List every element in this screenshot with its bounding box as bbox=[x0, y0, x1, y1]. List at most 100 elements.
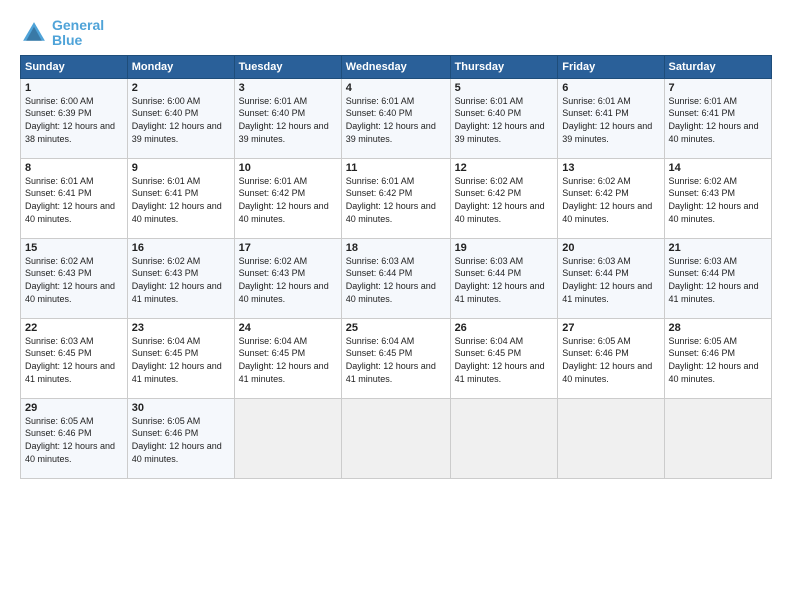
weekday-header-row: SundayMondayTuesdayWednesdayThursdayFrid… bbox=[21, 55, 772, 78]
day-number: 11 bbox=[346, 162, 446, 174]
calendar-week-5: 29Sunrise: 6:05 AMSunset: 6:46 PMDayligh… bbox=[21, 398, 772, 478]
day-number: 25 bbox=[346, 322, 446, 334]
day-number: 28 bbox=[669, 322, 767, 334]
day-info: Sunrise: 6:01 AMSunset: 6:40 PMDaylight:… bbox=[455, 95, 554, 145]
calendar-cell: 6Sunrise: 6:01 AMSunset: 6:41 PMDaylight… bbox=[558, 78, 664, 158]
calendar-cell: 13Sunrise: 6:02 AMSunset: 6:42 PMDayligh… bbox=[558, 158, 664, 238]
day-info: Sunrise: 6:04 AMSunset: 6:45 PMDaylight:… bbox=[346, 335, 446, 385]
day-info: Sunrise: 6:03 AMSunset: 6:45 PMDaylight:… bbox=[25, 335, 123, 385]
day-info: Sunrise: 6:01 AMSunset: 6:42 PMDaylight:… bbox=[239, 175, 337, 225]
day-number: 18 bbox=[346, 242, 446, 254]
logo: General Blue bbox=[20, 18, 104, 49]
calendar-cell: 23Sunrise: 6:04 AMSunset: 6:45 PMDayligh… bbox=[127, 318, 234, 398]
day-info: Sunrise: 6:03 AMSunset: 6:44 PMDaylight:… bbox=[455, 255, 554, 305]
day-info: Sunrise: 6:05 AMSunset: 6:46 PMDaylight:… bbox=[669, 335, 767, 385]
calendar-cell: 17Sunrise: 6:02 AMSunset: 6:43 PMDayligh… bbox=[234, 238, 341, 318]
day-number: 16 bbox=[132, 242, 230, 254]
calendar-cell: 14Sunrise: 6:02 AMSunset: 6:43 PMDayligh… bbox=[664, 158, 771, 238]
day-info: Sunrise: 6:01 AMSunset: 6:41 PMDaylight:… bbox=[25, 175, 123, 225]
calendar-cell: 20Sunrise: 6:03 AMSunset: 6:44 PMDayligh… bbox=[558, 238, 664, 318]
day-info: Sunrise: 6:01 AMSunset: 6:42 PMDaylight:… bbox=[346, 175, 446, 225]
day-number: 20 bbox=[562, 242, 659, 254]
day-info: Sunrise: 6:01 AMSunset: 6:40 PMDaylight:… bbox=[239, 95, 337, 145]
logo-icon bbox=[20, 19, 48, 47]
calendar-cell: 1Sunrise: 6:00 AMSunset: 6:39 PMDaylight… bbox=[21, 78, 128, 158]
calendar-cell: 16Sunrise: 6:02 AMSunset: 6:43 PMDayligh… bbox=[127, 238, 234, 318]
day-number: 24 bbox=[239, 322, 337, 334]
day-info: Sunrise: 6:04 AMSunset: 6:45 PMDaylight:… bbox=[455, 335, 554, 385]
day-info: Sunrise: 6:03 AMSunset: 6:44 PMDaylight:… bbox=[562, 255, 659, 305]
day-info: Sunrise: 6:04 AMSunset: 6:45 PMDaylight:… bbox=[132, 335, 230, 385]
calendar-cell: 3Sunrise: 6:01 AMSunset: 6:40 PMDaylight… bbox=[234, 78, 341, 158]
day-number: 27 bbox=[562, 322, 659, 334]
calendar-cell: 8Sunrise: 6:01 AMSunset: 6:41 PMDaylight… bbox=[21, 158, 128, 238]
weekday-header-saturday: Saturday bbox=[664, 55, 771, 78]
calendar-cell bbox=[234, 398, 341, 478]
weekday-header-thursday: Thursday bbox=[450, 55, 558, 78]
weekday-header-wednesday: Wednesday bbox=[341, 55, 450, 78]
weekday-header-friday: Friday bbox=[558, 55, 664, 78]
day-number: 17 bbox=[239, 242, 337, 254]
day-info: Sunrise: 6:00 AMSunset: 6:40 PMDaylight:… bbox=[132, 95, 230, 145]
day-number: 12 bbox=[455, 162, 554, 174]
day-info: Sunrise: 6:01 AMSunset: 6:41 PMDaylight:… bbox=[132, 175, 230, 225]
day-number: 30 bbox=[132, 402, 230, 414]
day-info: Sunrise: 6:02 AMSunset: 6:43 PMDaylight:… bbox=[239, 255, 337, 305]
weekday-header-sunday: Sunday bbox=[21, 55, 128, 78]
weekday-header-monday: Monday bbox=[127, 55, 234, 78]
day-number: 6 bbox=[562, 82, 659, 94]
header: General Blue bbox=[20, 18, 772, 49]
day-number: 14 bbox=[669, 162, 767, 174]
day-info: Sunrise: 6:01 AMSunset: 6:41 PMDaylight:… bbox=[669, 95, 767, 145]
day-info: Sunrise: 6:00 AMSunset: 6:39 PMDaylight:… bbox=[25, 95, 123, 145]
day-number: 23 bbox=[132, 322, 230, 334]
day-info: Sunrise: 6:01 AMSunset: 6:41 PMDaylight:… bbox=[562, 95, 659, 145]
day-number: 3 bbox=[239, 82, 337, 94]
calendar-cell bbox=[450, 398, 558, 478]
calendar-cell: 10Sunrise: 6:01 AMSunset: 6:42 PMDayligh… bbox=[234, 158, 341, 238]
calendar-cell: 12Sunrise: 6:02 AMSunset: 6:42 PMDayligh… bbox=[450, 158, 558, 238]
calendar-cell: 11Sunrise: 6:01 AMSunset: 6:42 PMDayligh… bbox=[341, 158, 450, 238]
day-number: 22 bbox=[25, 322, 123, 334]
day-info: Sunrise: 6:02 AMSunset: 6:43 PMDaylight:… bbox=[25, 255, 123, 305]
logo-text: General Blue bbox=[52, 18, 104, 49]
day-info: Sunrise: 6:01 AMSunset: 6:40 PMDaylight:… bbox=[346, 95, 446, 145]
calendar-cell: 28Sunrise: 6:05 AMSunset: 6:46 PMDayligh… bbox=[664, 318, 771, 398]
calendar-cell: 21Sunrise: 6:03 AMSunset: 6:44 PMDayligh… bbox=[664, 238, 771, 318]
calendar-cell: 5Sunrise: 6:01 AMSunset: 6:40 PMDaylight… bbox=[450, 78, 558, 158]
day-number: 10 bbox=[239, 162, 337, 174]
day-number: 7 bbox=[669, 82, 767, 94]
calendar-cell: 7Sunrise: 6:01 AMSunset: 6:41 PMDaylight… bbox=[664, 78, 771, 158]
calendar-week-2: 8Sunrise: 6:01 AMSunset: 6:41 PMDaylight… bbox=[21, 158, 772, 238]
calendar-cell: 9Sunrise: 6:01 AMSunset: 6:41 PMDaylight… bbox=[127, 158, 234, 238]
calendar-cell: 2Sunrise: 6:00 AMSunset: 6:40 PMDaylight… bbox=[127, 78, 234, 158]
day-number: 2 bbox=[132, 82, 230, 94]
calendar-week-4: 22Sunrise: 6:03 AMSunset: 6:45 PMDayligh… bbox=[21, 318, 772, 398]
calendar-week-3: 15Sunrise: 6:02 AMSunset: 6:43 PMDayligh… bbox=[21, 238, 772, 318]
weekday-header-tuesday: Tuesday bbox=[234, 55, 341, 78]
page: General Blue SundayMondayTuesdayWednesda… bbox=[0, 0, 792, 612]
calendar-cell: 26Sunrise: 6:04 AMSunset: 6:45 PMDayligh… bbox=[450, 318, 558, 398]
day-info: Sunrise: 6:02 AMSunset: 6:43 PMDaylight:… bbox=[132, 255, 230, 305]
calendar-table: SundayMondayTuesdayWednesdayThursdayFrid… bbox=[20, 55, 772, 479]
day-info: Sunrise: 6:05 AMSunset: 6:46 PMDaylight:… bbox=[25, 415, 123, 465]
day-info: Sunrise: 6:05 AMSunset: 6:46 PMDaylight:… bbox=[562, 335, 659, 385]
day-number: 4 bbox=[346, 82, 446, 94]
day-number: 5 bbox=[455, 82, 554, 94]
day-number: 1 bbox=[25, 82, 123, 94]
day-number: 13 bbox=[562, 162, 659, 174]
calendar-cell: 15Sunrise: 6:02 AMSunset: 6:43 PMDayligh… bbox=[21, 238, 128, 318]
day-number: 29 bbox=[25, 402, 123, 414]
day-number: 15 bbox=[25, 242, 123, 254]
day-info: Sunrise: 6:03 AMSunset: 6:44 PMDaylight:… bbox=[669, 255, 767, 305]
calendar-cell bbox=[558, 398, 664, 478]
calendar-cell: 29Sunrise: 6:05 AMSunset: 6:46 PMDayligh… bbox=[21, 398, 128, 478]
day-number: 26 bbox=[455, 322, 554, 334]
calendar-cell: 18Sunrise: 6:03 AMSunset: 6:44 PMDayligh… bbox=[341, 238, 450, 318]
calendar-cell: 27Sunrise: 6:05 AMSunset: 6:46 PMDayligh… bbox=[558, 318, 664, 398]
calendar-week-1: 1Sunrise: 6:00 AMSunset: 6:39 PMDaylight… bbox=[21, 78, 772, 158]
calendar-cell: 19Sunrise: 6:03 AMSunset: 6:44 PMDayligh… bbox=[450, 238, 558, 318]
calendar-cell bbox=[341, 398, 450, 478]
day-info: Sunrise: 6:03 AMSunset: 6:44 PMDaylight:… bbox=[346, 255, 446, 305]
day-number: 21 bbox=[669, 242, 767, 254]
